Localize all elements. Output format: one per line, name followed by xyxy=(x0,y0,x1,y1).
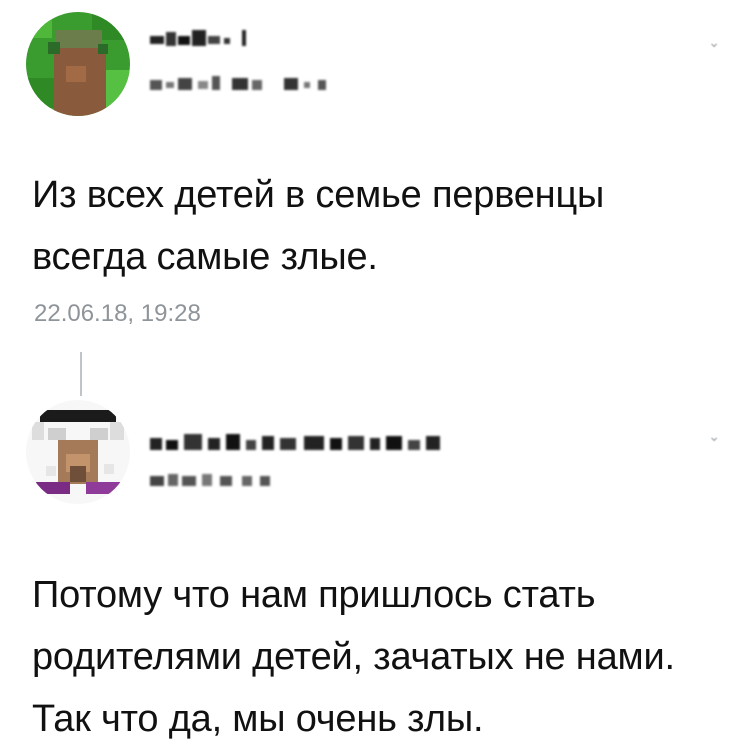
thread-page: ⌄ Из всех детей в семье первенцы всегда … xyxy=(0,0,750,756)
post-timestamp[interactable]: 22.06.18, 19:28 xyxy=(34,300,201,328)
avatar-pixelated-icon xyxy=(26,400,130,504)
chevron-down-icon[interactable]: ⌄ xyxy=(708,428,720,445)
avatar[interactable] xyxy=(22,396,134,508)
post-text: Из всех детей в семье первенцы всегда са… xyxy=(32,174,605,278)
post-text: Потому что нам пришлось стать родителями… xyxy=(32,574,675,740)
author-meta-blurred xyxy=(150,468,310,495)
author-name-blurred[interactable] xyxy=(150,26,280,57)
avatar-pixelated-icon xyxy=(23,9,133,119)
chevron-down-icon[interactable]: ⌄ xyxy=(708,34,720,51)
thread-line xyxy=(80,352,82,396)
author-name-blurred[interactable] xyxy=(150,428,470,463)
author-meta-blurred xyxy=(150,72,390,99)
avatar[interactable] xyxy=(22,8,134,120)
